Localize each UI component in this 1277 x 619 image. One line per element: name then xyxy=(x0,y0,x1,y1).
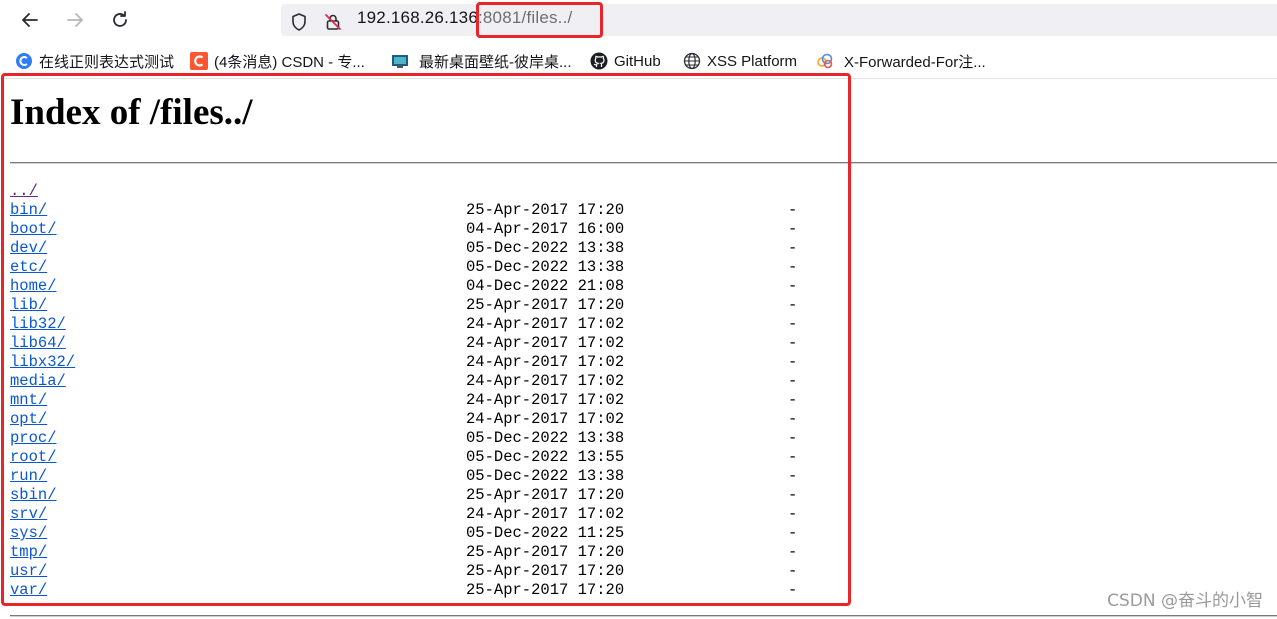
bookmark-label: 最新桌面壁纸-彼岸桌... xyxy=(419,53,572,71)
cloud-site-icon xyxy=(817,53,833,69)
github-icon xyxy=(590,52,608,70)
globe-icon xyxy=(683,52,701,70)
bookmark-regex[interactable]: 在线正则表达式测试 xyxy=(15,50,174,72)
bookmark-x-forwarded-for[interactable]: X-Forwarded-For注... xyxy=(816,50,986,72)
divider-bottom xyxy=(10,615,1277,617)
bookmark-github[interactable]: GitHub xyxy=(590,50,661,72)
back-icon xyxy=(22,13,38,27)
reload-button[interactable] xyxy=(106,6,134,34)
url-path-highlight xyxy=(476,2,603,38)
url-host: 192.168.26.136 xyxy=(357,8,478,27)
shield-icon[interactable] xyxy=(289,12,309,32)
browser-toolbar: 192.168.26.136:8081/files../ xyxy=(0,0,1277,40)
wallpaper-site-icon xyxy=(392,55,408,68)
csdn-icon xyxy=(190,52,208,70)
bookmark-xss-platform[interactable]: XSS Platform xyxy=(683,50,797,72)
bookmark-label: 在线正则表达式测试 xyxy=(39,53,175,71)
csdn-watermark: CSDN @奋斗的小智 xyxy=(1107,591,1263,611)
bookmark-label: GitHub xyxy=(614,52,661,70)
bookmark-label: X-Forwarded-For注... xyxy=(844,53,986,71)
regex-site-icon xyxy=(16,53,32,69)
back-button[interactable] xyxy=(16,6,44,34)
reload-icon xyxy=(113,11,127,27)
forward-button[interactable] xyxy=(61,6,89,34)
listing-highlight xyxy=(1,73,851,606)
forward-icon xyxy=(67,13,83,27)
insecure-lock-icon[interactable] xyxy=(323,12,343,32)
bookmark-label: (4条消息) CSDN - 专... xyxy=(214,53,365,71)
bookmark-csdn[interactable]: (4条消息) CSDN - 专... xyxy=(190,50,365,72)
bookmark-wallpaper[interactable]: 最新桌面壁纸-彼岸桌... xyxy=(391,50,572,72)
bookmark-label: XSS Platform xyxy=(707,52,798,70)
